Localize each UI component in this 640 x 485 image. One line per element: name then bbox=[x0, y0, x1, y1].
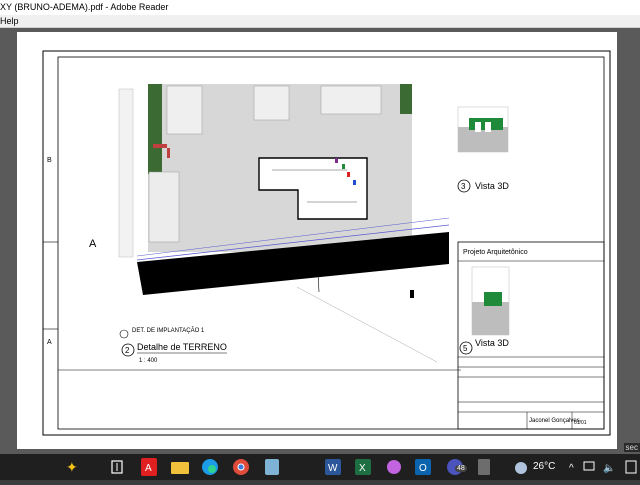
window-title: XY (BRUNO-ADEMA).pdf - Adobe Reader bbox=[0, 2, 169, 12]
svg-text:^: ^ bbox=[569, 463, 574, 474]
edge-icon[interactable] bbox=[202, 459, 218, 475]
volume-icon[interactable]: 🔈 bbox=[603, 463, 615, 474]
detail-title: Detalhe de TERRENO bbox=[137, 342, 227, 352]
pdf-page: B A A DET. DE IMPLANTAÇÃO 1 2 Detalhe de… bbox=[17, 32, 617, 449]
svg-text:✦: ✦ bbox=[66, 459, 78, 475]
app-icon[interactable] bbox=[265, 459, 279, 475]
corner-label: sec bbox=[623, 443, 640, 452]
copilot-icon[interactable] bbox=[387, 460, 401, 474]
zone-label-b: B bbox=[47, 157, 52, 164]
detail-small-label: DET. DE IMPLANTAÇÃO 1 bbox=[132, 327, 205, 334]
chrome-icon[interactable] bbox=[233, 459, 249, 475]
menu-bar: Help bbox=[0, 15, 640, 28]
word-icon[interactable]: W bbox=[325, 459, 341, 475]
project-heading: Projeto Arquitetônico bbox=[463, 249, 528, 256]
menu-item-help[interactable]: Help bbox=[0, 16, 19, 26]
excel-icon[interactable]: X bbox=[355, 459, 371, 475]
view3d-number: 3 bbox=[461, 182, 466, 191]
temperature-readout[interactable]: 26°C bbox=[533, 454, 555, 480]
file-explorer-icon[interactable] bbox=[171, 462, 189, 474]
weather-icon bbox=[515, 462, 527, 474]
detail-scale: 1 : 400 bbox=[139, 358, 158, 364]
task-view-icon[interactable] bbox=[111, 460, 123, 474]
view5-number: 5 bbox=[463, 344, 468, 353]
zone-label-a: A bbox=[47, 339, 52, 346]
zone-label-a-big: A bbox=[89, 238, 97, 250]
author-name: Jaconel Gonçalves bbox=[529, 418, 580, 424]
widgets-icon[interactable]: ✦ bbox=[66, 459, 78, 475]
svg-text:A: A bbox=[145, 463, 152, 474]
svg-text:W: W bbox=[328, 463, 338, 474]
sheet-code: 01/01 bbox=[574, 420, 587, 426]
network-icon[interactable] bbox=[583, 461, 595, 471]
svg-text:X: X bbox=[359, 463, 366, 474]
calculator-icon[interactable] bbox=[478, 459, 490, 475]
green-strip bbox=[148, 84, 162, 174]
chevron-up-icon[interactable]: ^ bbox=[569, 463, 574, 474]
view5-title: Vista 3D bbox=[475, 338, 509, 348]
detail-number: 2 bbox=[125, 346, 130, 355]
document-viewport[interactable]: B A A DET. DE IMPLANTAÇÃO 1 2 Detalhe de… bbox=[0, 28, 640, 454]
notification-badge: 48 bbox=[455, 465, 467, 472]
svg-text:🔈: 🔈 bbox=[603, 463, 615, 474]
window-title-bar: XY (BRUNO-ADEMA).pdf - Adobe Reader bbox=[0, 0, 640, 15]
outlook-icon[interactable]: O bbox=[415, 459, 431, 475]
notification-center-icon[interactable] bbox=[625, 460, 637, 474]
svg-text:O: O bbox=[419, 463, 427, 474]
view3d-title: Vista 3D bbox=[475, 181, 509, 191]
taskbar: ✦ A W X O ^ 🔈 48 26°C bbox=[0, 454, 640, 480]
architectural-drawing: B A A DET. DE IMPLANTAÇÃO 1 2 Detalhe de… bbox=[42, 50, 611, 436]
adobe-reader-icon[interactable]: A bbox=[141, 458, 157, 476]
